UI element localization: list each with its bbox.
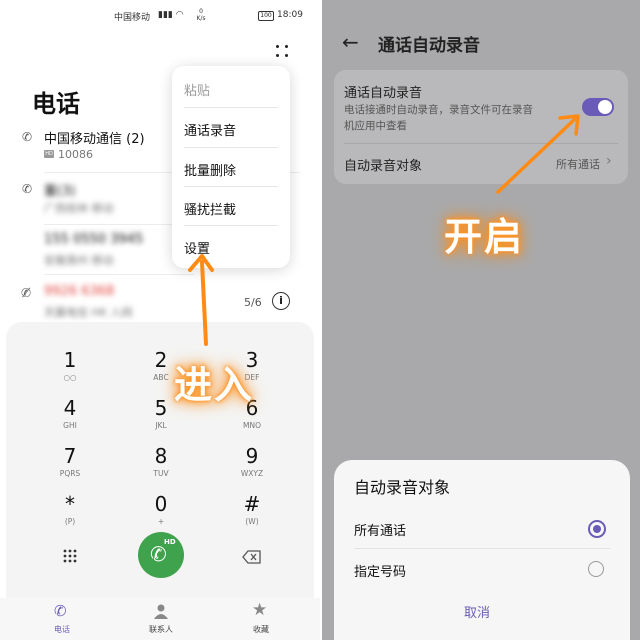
toggle-knob (598, 100, 612, 114)
dial-key-letters: MNO (243, 421, 261, 430)
dial-key-digit: 4 (63, 396, 77, 420)
bottom-navigation: ✆ 电话 联系人 ★ 收藏 (0, 598, 320, 640)
carrier-label: 中国移动 (114, 13, 151, 23)
phone-icon: ✆ (54, 602, 67, 620)
option-label: 指定号码 (354, 565, 407, 580)
sim-card-icon: HD (44, 150, 54, 158)
dial-key-digit: 8 (154, 444, 168, 468)
dial-key[interactable]: 8 TUV (131, 444, 191, 488)
more-options-icon[interactable] (272, 42, 292, 60)
call-location: 广西桂林 移动 (44, 202, 114, 215)
back-arrow-icon[interactable]: ← (342, 30, 359, 54)
nav-tab-contacts[interactable]: 联系人 (131, 602, 191, 638)
annotation-enter: 进入 (174, 363, 255, 407)
call-name: 9926 6368 (44, 284, 115, 299)
dial-key-letters: GHI (63, 421, 77, 430)
annotation-arrow-icon (188, 254, 214, 346)
dial-key-letters: JKL (155, 421, 167, 430)
dial-key[interactable]: 1 ○○ (40, 348, 100, 392)
dial-key-letters: (P) (64, 517, 76, 526)
backspace-icon[interactable] (242, 549, 262, 564)
dial-key[interactable]: 7 PQRS (40, 444, 100, 488)
contacts-icon (154, 604, 168, 619)
signal-icon: ▮▮▮ ◠ (158, 10, 184, 20)
annotation-enable: 开启 (444, 215, 525, 259)
dial-key[interactable]: 4 GHI (40, 396, 100, 440)
dial-key-letters: (W) (245, 517, 259, 526)
radio-unselected-icon (588, 561, 604, 577)
dial-pad: 1 ○○ 2 ABC 3 DEF 4 GHI 5 JKL 6 MNO 7 PQRS 8 TUV 9 WXYZ * (P… (6, 322, 314, 640)
phone-call-icon: ✆ (22, 130, 33, 144)
option-specific-numbers[interactable]: 指定号码 (334, 552, 630, 588)
nav-tab-favorites[interactable]: ★ 收藏 (231, 600, 291, 638)
dial-key[interactable]: 9 WXYZ (222, 444, 282, 488)
menu-item-call-recording[interactable]: 通话录音 (184, 120, 236, 139)
dial-key-letters: PQRS (59, 469, 81, 478)
dialer-screen: 中国移动 ▮▮▮ ◠ 0 K/s 100 18:09 电话 ✆ 中国移动通信 (… (0, 0, 320, 640)
dial-key-digit: # (243, 492, 261, 516)
page-indicator: 5/6 (244, 296, 262, 309)
phone-call-icon: ✆ (22, 182, 33, 196)
call-recording-settings-screen: ← 通话自动录音 通话自动录音 电话接通时自动录音，录音文件可在录音 机应用中查… (322, 0, 640, 640)
missed-call-icon: ✆̸ (21, 286, 32, 300)
auto-record-title: 通话自动录音 (344, 86, 423, 101)
dial-key[interactable]: # (W) (222, 492, 282, 536)
menu-item-paste[interactable]: 粘贴 (184, 80, 210, 99)
nav-label: 收藏 (253, 625, 269, 634)
cancel-button[interactable]: 取消 (464, 602, 490, 621)
nav-tab-phone[interactable]: ✆ 电话 (32, 602, 92, 638)
battery-icon: 100 (258, 11, 274, 21)
page-title: 电话 (32, 90, 80, 118)
clock: 18:09 (277, 10, 303, 20)
dial-key-digit: 1 (63, 348, 77, 372)
call-name: 董(3) (44, 184, 76, 199)
call-log-item[interactable]: ✆̸ 9926 6368 天翼电信 HK 入网 5/6 i (20, 284, 300, 324)
menu-item-batch-delete[interactable]: 批量删除 (184, 160, 236, 179)
dial-key-digit: 0 (154, 492, 168, 516)
call-location: 安徽滁州 移动 (44, 254, 114, 267)
dial-key[interactable]: 0 + (131, 492, 191, 536)
network-speed: 0 K/s (196, 8, 206, 22)
record-target-label: 自动录音对象 (344, 159, 423, 174)
info-icon[interactable]: i (272, 292, 290, 310)
menu-item-harassment-block[interactable]: 骚扰拦截 (184, 199, 236, 218)
option-label: 所有通话 (354, 524, 407, 539)
call-number: 10086 (58, 148, 93, 161)
nav-label: 联系人 (149, 625, 173, 634)
more-options-menu: 粘贴 通话录音 批量删除 骚扰拦截 设置 (172, 66, 290, 268)
dial-key-letters: + (157, 517, 165, 526)
dialpad-grid-icon[interactable] (62, 548, 78, 564)
hd-badge: HD (164, 538, 176, 546)
record-target-sheet: 自动录音对象 所有通话 指定号码 取消 (334, 460, 630, 640)
star-icon: ★ (252, 600, 268, 620)
dial-key[interactable]: * (P) (40, 492, 100, 536)
option-all-calls[interactable]: 所有通话 (334, 510, 630, 546)
dial-key-digit: * (65, 492, 75, 516)
auto-record-description-2: 机应用中查看 (344, 120, 407, 132)
sheet-title: 自动录音对象 (354, 478, 451, 497)
call-button[interactable]: ✆ HD (138, 532, 184, 578)
page-title: 通话自动录音 (378, 36, 480, 56)
call-name: 中国移动通信 (2) (44, 132, 145, 147)
radio-selected-icon (588, 520, 606, 538)
chevron-right-icon: › (606, 153, 612, 169)
dial-key-digit: 7 (63, 444, 77, 468)
annotation-arrow-icon (496, 114, 580, 194)
call-location: 天翼电信 HK 入网 (44, 306, 133, 319)
dial-key-letters: WXYZ (240, 469, 264, 478)
dial-key-letters: ○○ (63, 373, 77, 382)
dial-key-digit: 9 (245, 444, 259, 468)
dial-key-letters: TUV (153, 469, 169, 478)
nav-label: 电话 (54, 625, 70, 634)
call-name: 155 0550 3945 (44, 232, 144, 247)
